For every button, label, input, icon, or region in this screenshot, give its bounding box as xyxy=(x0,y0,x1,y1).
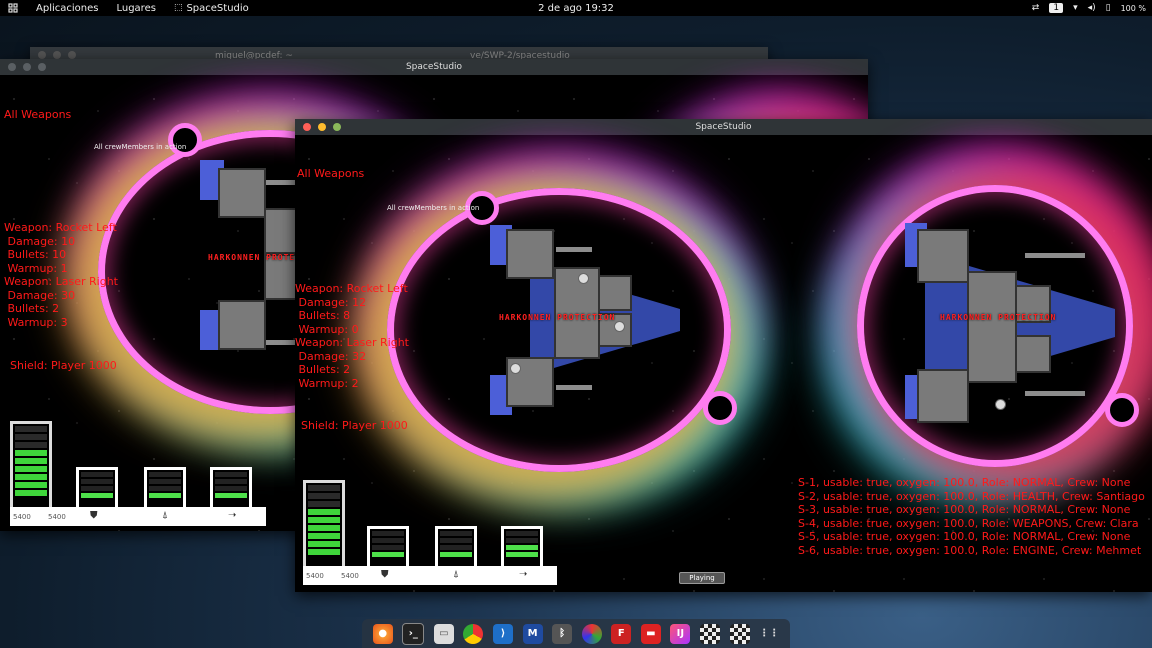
maximize-button[interactable] xyxy=(333,123,341,131)
window-title: SpaceStudio xyxy=(405,62,463,72)
crew-status-note: All crewMembers in action xyxy=(94,143,187,151)
weapon-stats: Weapon: Rocket Left Damage: 12 Bullets: … xyxy=(295,282,409,390)
section-row: S-5, usable: true, oxygen: 100.0, Role: … xyxy=(798,530,1131,543)
power-hud: 5400 5400 ⛊ ⍋ ➝ xyxy=(303,480,561,592)
power-hud: 5400 5400 ⛊ ⍋ ➝ xyxy=(10,421,268,531)
app-grid-icon[interactable]: ⋮⋮ xyxy=(759,624,779,644)
color-icon[interactable] xyxy=(581,623,602,644)
chrome-icon[interactable] xyxy=(463,623,484,644)
rocket-icon[interactable]: ➝ xyxy=(228,510,236,521)
top-panel: Aplicaciones Lugares ⬚ SpaceStudio 2 de … xyxy=(0,0,1152,16)
crew-status-note: All crewMembers in action xyxy=(387,204,480,212)
spacestudio-window-front[interactable]: SpaceStudio All crewMembers in action HA… xyxy=(295,119,1152,592)
menu-lugares[interactable]: Lugares xyxy=(116,3,155,14)
enemy-ship xyxy=(905,223,1115,423)
workspace-indicator[interactable]: 1 xyxy=(1049,3,1064,13)
crew-power-bar[interactable] xyxy=(435,526,477,566)
shield-icon[interactable]: ⛊ xyxy=(381,569,389,580)
window-titlebar[interactable]: SpaceStudio xyxy=(0,59,868,75)
weapon-power-bar[interactable] xyxy=(210,467,252,507)
crew-icon[interactable]: ⍋ xyxy=(453,569,459,580)
clock[interactable]: 2 de ago 19:32 xyxy=(0,3,1152,14)
intellij-icon[interactable]: IJ xyxy=(670,623,691,644)
shield-status: Shield: Player 1000 xyxy=(10,359,117,372)
filezilla-icon[interactable]: F xyxy=(611,623,632,644)
malwarebytes-icon[interactable]: M xyxy=(522,623,543,644)
files-icon[interactable]: ▭ xyxy=(433,623,454,644)
app-menu-label: SpaceStudio xyxy=(186,2,249,14)
shield-power-bar[interactable] xyxy=(76,467,118,507)
weapon-power-bar[interactable] xyxy=(501,526,543,566)
bluetooth-icon[interactable]: ᛒ xyxy=(552,623,573,644)
dock: ● ›_ ▭ ⟩ M ᛒ F ▬ IJ ⋮⋮ xyxy=(362,619,790,648)
hud-value-2: 5400 xyxy=(48,513,66,521)
vscode-icon[interactable]: ⟩ xyxy=(493,623,514,644)
firefox-icon[interactable]: ● xyxy=(372,623,393,644)
section-row: S-6, usable: true, oxygen: 100.0, Role: … xyxy=(798,543,1142,557)
sections-list: S-1, usable: true, oxygen: 100.0, Role: … xyxy=(798,476,1145,557)
playing-status-button[interactable]: Playing xyxy=(679,572,725,584)
window-titlebar[interactable]: SpaceStudio xyxy=(295,119,1152,135)
app-menu[interactable]: ⬚ SpaceStudio xyxy=(174,3,249,14)
spacestudio-icon: ⬚ xyxy=(173,3,183,13)
hud-value-1: 5400 xyxy=(13,513,31,521)
reactor-power-bar xyxy=(10,421,52,513)
wifi-icon[interactable]: ▾ xyxy=(1073,3,1078,13)
player-ship-name: HARKONNEN PROTECTION xyxy=(499,313,616,322)
hud-value-2: 5400 xyxy=(341,572,359,580)
menu-aplicaciones[interactable]: Aplicaciones xyxy=(36,3,98,14)
terminal-icon[interactable]: ›_ xyxy=(402,622,425,645)
volume-icon[interactable]: ◂) xyxy=(1088,3,1096,13)
shield-status: Shield: Player 1000 xyxy=(301,419,408,432)
network-share-icon[interactable]: ⇄ xyxy=(1032,3,1040,13)
battery-icon[interactable]: ▯ xyxy=(1106,3,1111,13)
crew-power-bar[interactable] xyxy=(144,467,186,507)
section-row: S-1, usable: true, oxygen: 100.0, Role: … xyxy=(798,476,1131,489)
section-row: S-2, usable: true, oxygen: 100.0, Role: … xyxy=(798,489,1145,503)
section-row: S-3, usable: true, oxygen: 100.0, Role: … xyxy=(798,503,1131,516)
shield-icon[interactable]: ⛊ xyxy=(90,510,98,521)
all-weapons-label[interactable]: All Weapons xyxy=(4,108,71,122)
rocket-icon[interactable]: ➝ xyxy=(519,569,527,580)
red-app-icon[interactable]: ▬ xyxy=(640,623,661,644)
battery-percent: 100 % xyxy=(1120,3,1146,13)
minimize-button[interactable] xyxy=(318,123,326,131)
mosaic-icon[interactable] xyxy=(729,623,750,644)
crew-icon[interactable]: ⍋ xyxy=(162,510,168,521)
mosaic-icon[interactable] xyxy=(699,623,720,644)
enemy-ship-name: HARKONNEN PROTECTION xyxy=(940,313,1057,322)
hud-value-1: 5400 xyxy=(306,572,324,580)
window-title: SpaceStudio xyxy=(695,122,752,132)
grid-icon[interactable] xyxy=(4,0,22,16)
close-button[interactable] xyxy=(303,123,311,131)
weapon-stats: Weapon: Rocket Left Damage: 10 Bullets: … xyxy=(4,221,118,329)
shield-power-bar[interactable] xyxy=(367,526,409,566)
reactor-power-bar xyxy=(303,480,345,570)
all-weapons-label[interactable]: All Weapons xyxy=(297,167,364,181)
section-row: S-4, usable: true, oxygen: 100.0, Role: … xyxy=(798,516,1139,530)
